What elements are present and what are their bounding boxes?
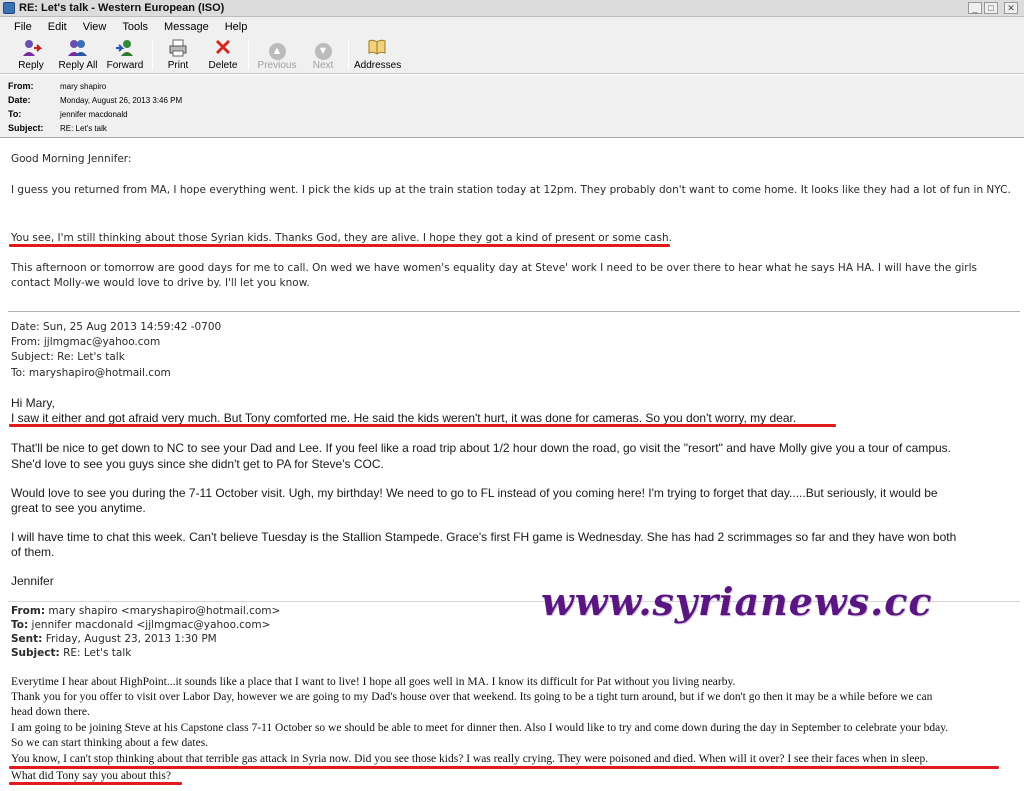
header-to-row: To: jennifer macdonald xyxy=(8,107,128,121)
paragraph-1: I guess you returned from MA, I hope eve… xyxy=(11,184,1011,196)
paragraph-syrian-kids: You see, I'm still thinking about those … xyxy=(11,232,672,244)
greeting: Good Morning Jennifer: xyxy=(11,153,132,165)
paragraph-3-line-2: contact Molly-we would love to drive by.… xyxy=(11,277,310,289)
forward-icon xyxy=(104,38,146,60)
quote2-subject-row: Subject: RE: Let's talk xyxy=(11,647,131,659)
message-header: From: mary shapiro Date: Monday, August … xyxy=(0,75,1024,138)
quote1-p3-line-2: great to see you anytime. xyxy=(11,501,146,515)
reply-all-label: Reply All xyxy=(58,60,98,71)
quote2-sent-row: Sent: Friday, August 23, 2013 1:30 PM xyxy=(11,633,217,645)
quote1-p4-line-1: I will have time to chat this week. Can'… xyxy=(11,530,957,544)
date-label: Date: xyxy=(8,95,31,105)
close-button[interactable]: ✕ xyxy=(1004,2,1018,14)
quote2-subject: RE: Let's talk xyxy=(63,647,132,659)
toolbar-separator xyxy=(348,40,349,70)
to-label: To: xyxy=(8,109,22,119)
red-underline xyxy=(9,766,999,769)
previous-label: Previous xyxy=(257,60,297,71)
date-value: Monday, August 26, 2013 3:46 PM xyxy=(60,95,183,105)
mail-app-icon xyxy=(3,2,15,14)
quote2-gas-attack-line: You know, I can't stop thinking about th… xyxy=(11,753,929,765)
print-label: Print xyxy=(167,60,189,71)
forward-button[interactable]: Forward xyxy=(104,38,146,72)
header-from-row: From: mary shapiro xyxy=(8,79,106,93)
toolbar-separator xyxy=(248,40,249,70)
menu-bar: File Edit View Tools Message Help xyxy=(0,17,1024,36)
printer-icon xyxy=(160,38,196,60)
reply-icon xyxy=(10,38,52,60)
quote1-p4-line-2: of them. xyxy=(11,545,55,559)
previous-button[interactable]: ▲ Previous xyxy=(256,38,298,72)
menu-view[interactable]: View xyxy=(83,21,107,33)
red-underline xyxy=(9,244,670,247)
quote1-from: From: jjlmgmac@yahoo.com xyxy=(11,336,161,348)
arrow-down-icon: ▼ xyxy=(304,38,342,60)
menu-tools[interactable]: Tools xyxy=(122,21,148,33)
paragraph-3-line-1: This afternoon or tomorrow are good days… xyxy=(11,262,977,274)
from-value[interactable]: mary shapiro xyxy=(60,82,106,91)
quote1-subject: Subject: Re: Let's talk xyxy=(11,351,125,363)
print-button[interactable]: Print xyxy=(160,38,196,72)
quote1-to: To: maryshapiro@hotmail.com xyxy=(11,367,171,379)
quote1-date: Date: Sun, 25 Aug 2013 14:59:42 -0700 xyxy=(11,321,222,333)
quote1-p2-line-1: That'll be nice to get down to NC to see… xyxy=(11,441,952,455)
next-label: Next xyxy=(312,60,334,71)
quote2-line-1: Everytime I hear about HighPoint...it so… xyxy=(11,676,736,688)
quote2-line-5: So we can start thinking about a few dat… xyxy=(11,737,209,749)
quote2-sent: Friday, August 23, 2013 1:30 PM xyxy=(45,633,217,645)
quote1-p3-line-1: Would love to see you during the 7-11 Oc… xyxy=(11,486,938,500)
arrow-up-icon: ▲ xyxy=(256,38,298,60)
toolbar-separator xyxy=(152,40,153,70)
red-underline xyxy=(9,424,836,427)
reply-all-icon xyxy=(56,38,100,60)
subject-value: RE: Let's talk xyxy=(60,123,107,133)
quote2-to: jennifer macdonald <jjlmgmac@yahoo.com> xyxy=(31,619,271,631)
quote1-tony-paragraph: I saw it either and got afraid very much… xyxy=(11,411,797,425)
delete-label: Delete xyxy=(208,60,238,71)
addresses-label: Addresses xyxy=(354,60,402,71)
quote2-from-label: From: xyxy=(11,605,46,617)
menu-message[interactable]: Message xyxy=(164,21,209,33)
toolbar: Reply Reply All Forward Print Delete ▲ P… xyxy=(0,36,1024,74)
forward-label: Forward xyxy=(106,60,144,71)
quote2-from: mary shapiro <maryshapiro@hotmail.com> xyxy=(48,605,281,617)
quote2-to-row: To: jennifer macdonald <jjlmgmac@yahoo.c… xyxy=(11,619,270,631)
quote1-signature: Jennifer xyxy=(11,574,54,588)
reply-button[interactable]: Reply xyxy=(10,38,52,72)
addresses-button[interactable]: Addresses xyxy=(354,38,402,72)
quote-divider xyxy=(8,311,1020,312)
quote2-sent-label: Sent: xyxy=(11,633,43,645)
reply-all-button[interactable]: Reply All xyxy=(56,38,100,72)
subject-label: Subject: xyxy=(8,123,44,133)
quote2-line-3: head down there. xyxy=(11,706,90,718)
quote2-from-row: From: mary shapiro <maryshapiro@hotmail.… xyxy=(11,605,280,617)
from-label: From: xyxy=(8,81,34,91)
window-title: RE: Let's talk - Western European (ISO) xyxy=(19,2,225,14)
delete-x-icon xyxy=(204,38,242,60)
header-subject-row: Subject: RE: Let's talk xyxy=(8,121,107,135)
delete-button[interactable]: Delete xyxy=(204,38,242,72)
next-button[interactable]: ▼ Next xyxy=(304,38,342,72)
message-body[interactable]: Good Morning Jennifer: I guess you retur… xyxy=(0,139,1024,791)
quote2-line-4: I am going to be joining Steve at his Ca… xyxy=(11,722,949,734)
syrianews-watermark: www.syrianews.cc xyxy=(541,579,933,624)
quote2-tony-question: What did Tony say you about this? xyxy=(11,770,171,782)
quote1-p2-line-2: She'd love to see you guys since she did… xyxy=(11,457,384,471)
quote2-to-label: To: xyxy=(11,619,29,631)
title-bar: RE: Let's talk - Western European (ISO) … xyxy=(0,0,1024,17)
menu-edit[interactable]: Edit xyxy=(48,21,67,33)
quote2-line-2: Thank you for you offer to visit over La… xyxy=(11,691,933,703)
maximize-button[interactable]: □ xyxy=(984,2,998,14)
menu-help[interactable]: Help xyxy=(225,21,248,33)
reply-label: Reply xyxy=(18,60,44,71)
to-value[interactable]: jennifer macdonald xyxy=(60,110,128,119)
minimize-button[interactable]: _ xyxy=(968,2,982,14)
quote2-subject-label: Subject: xyxy=(11,647,60,659)
menu-file[interactable]: File xyxy=(14,21,32,33)
header-date-row: Date: Monday, August 26, 2013 3:46 PM xyxy=(8,93,182,107)
quote1-hi: Hi Mary, xyxy=(11,396,55,410)
red-underline xyxy=(9,782,182,785)
address-book-icon xyxy=(354,38,400,60)
